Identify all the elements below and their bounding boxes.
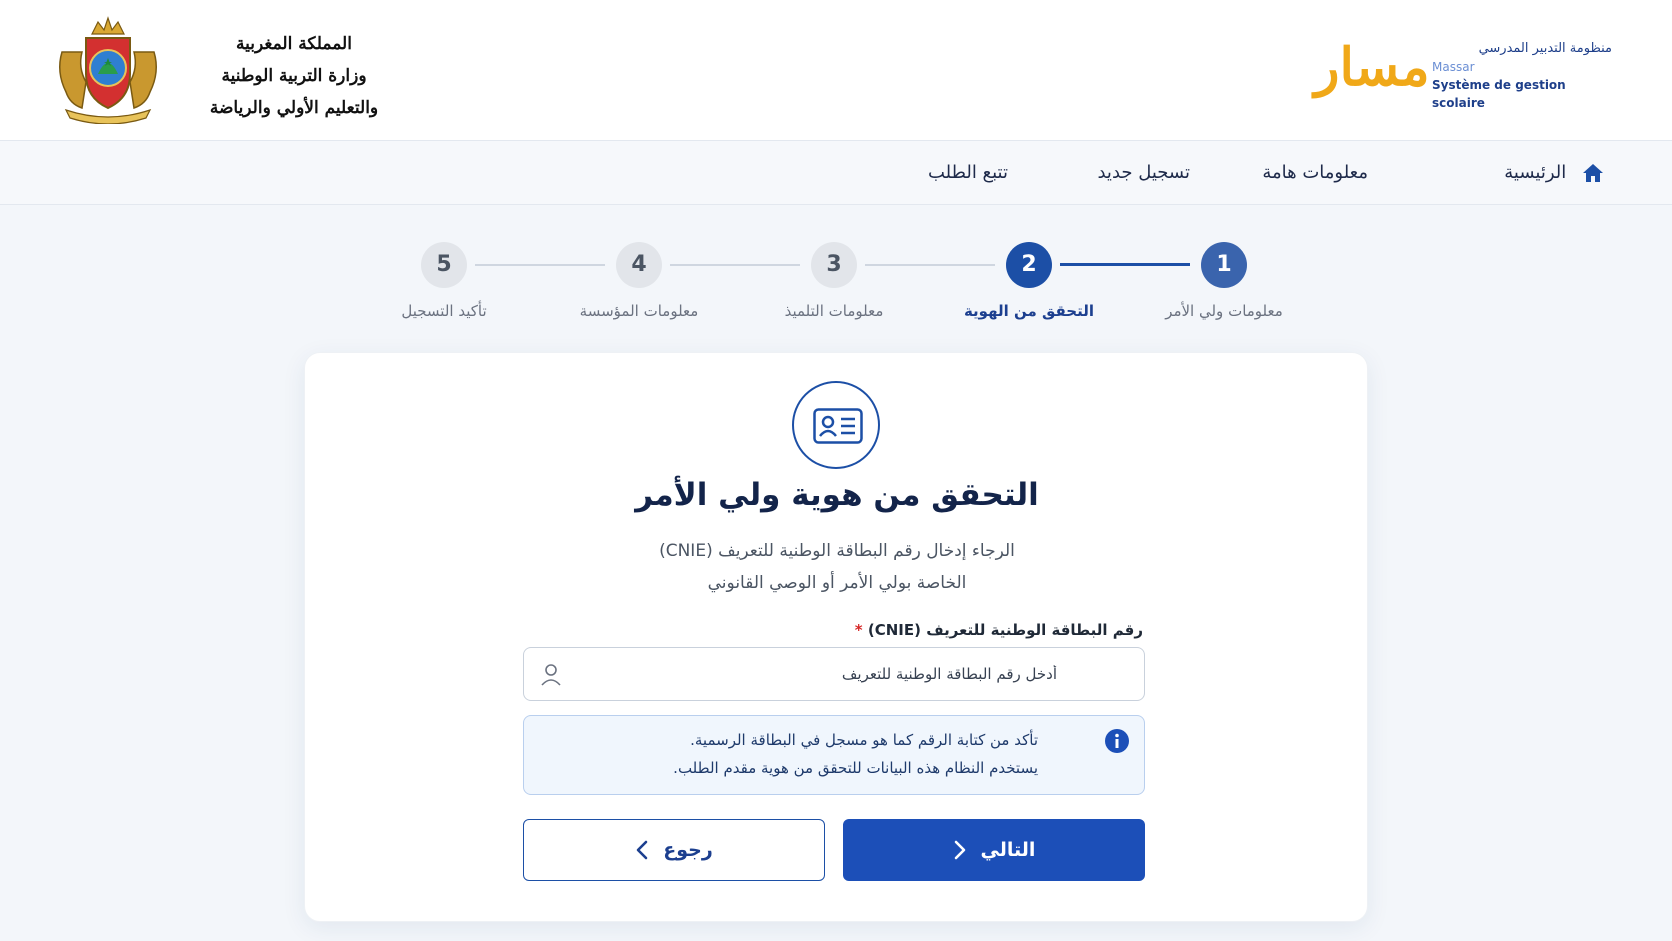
ministry-name: المملكة المغربية وزارة التربية الوطنية و… [184, 28, 404, 124]
top-header: المملكة المغربية وزارة التربية الوطنية و… [0, 0, 1672, 141]
id-card-icon [813, 408, 863, 444]
step-3-label: معلومات التلميذ [784, 302, 884, 320]
card-title: التحقق من هوية ولي الأمر [635, 477, 1039, 513]
step-5: 5 تأكيد التسجيل [369, 242, 519, 320]
info-notice: تأكد من كتابة الرقم كما هو مسجل في البطا… [523, 715, 1145, 795]
progress-stepper: 5 تأكيد التسجيل 4 معلومات المؤسسة 3 معلو… [380, 242, 1300, 332]
cnie-field-label-text: رقم البطاقة الوطنية للتعريف (CNIE) [867, 621, 1143, 639]
step-2: 2 التحقق من الهوية [954, 242, 1104, 320]
massar-subtitle-fr: Système de gestion scolaire [1432, 78, 1566, 110]
ministry-branding: المملكة المغربية وزارة التربية الوطنية و… [52, 10, 378, 130]
user-icon [541, 664, 561, 686]
step-3-number: 3 [811, 242, 857, 288]
step-3: 3 معلومات التلميذ [759, 242, 909, 320]
identity-verification-card: التحقق من هوية ولي الأمر الرجاء إدخال رق… [304, 352, 1368, 922]
step-2-number: 2 [1006, 242, 1052, 288]
step-4-label: معلومات المؤسسة [579, 302, 699, 320]
info-text: تأكد من كتابة الرقم كما هو مسجل في البطا… [578, 726, 1038, 782]
step-4: 4 معلومات المؤسسة [564, 242, 714, 320]
royal-emblem-icon [59, 16, 157, 124]
step-5-label: تأكيد التسجيل [401, 302, 487, 320]
back-button[interactable]: رجوع [523, 819, 825, 881]
required-marker: * [854, 621, 863, 639]
ministry-line-1: المملكة المغربية [236, 34, 352, 54]
info-line-1: تأكد من كتابة الرقم كما هو مسجل في البطا… [690, 731, 1038, 749]
id-card-icon-badge [792, 381, 880, 469]
main-nav: الرئيسية معلومات هامة تسجيل جديد تتبع ال… [0, 141, 1672, 205]
home-icon [1583, 164, 1603, 182]
massar-logo-word: مسار [1314, 37, 1430, 98]
back-button-label: رجوع [663, 839, 713, 861]
card-subtitle-line-2: الخاصة بولي الأمر أو الوصي القانوني [707, 573, 967, 593]
step-2-label: التحقق من الهوية [963, 302, 1095, 320]
massar-logo: مسار منظومة التدبير المدرسي Massar Systè… [1312, 32, 1612, 112]
nav-item-home-label: الرئيسية [1504, 162, 1567, 183]
next-button-label: التالي [980, 839, 1036, 861]
cnie-field-label: رقم البطاقة الوطنية للتعريف (CNIE) * [855, 621, 1143, 639]
cnie-input[interactable] [574, 648, 1129, 699]
massar-logo-text: منظومة التدبير المدرسي Massar Système de… [1432, 40, 1612, 112]
cnie-input-wrapper [523, 647, 1145, 701]
step-5-number: 5 [421, 242, 467, 288]
massar-subtitle-latin: Massar [1432, 60, 1475, 74]
step-1-label: معلومات ولي الأمر [1165, 302, 1283, 320]
ministry-line-3: والتعليم الأولي والرياضة [209, 98, 379, 118]
nav-item-home[interactable]: الرئيسية [1504, 141, 1604, 205]
nav-item-track[interactable]: تتبع الطلب [928, 141, 1008, 205]
step-1-number: 1 [1201, 242, 1247, 288]
step-4-number: 4 [616, 242, 662, 288]
ministry-line-2: وزارة التربية الوطنية [221, 66, 367, 86]
card-subtitle: الرجاء إدخال رقم البطاقة الوطنية للتعريف… [305, 535, 1369, 599]
info-icon [1105, 729, 1129, 753]
chevron-right-icon [954, 840, 965, 860]
step-1: 1 معلومات ولي الأمر [1149, 242, 1299, 320]
nav-item-register[interactable]: تسجيل جديد [1097, 141, 1190, 205]
card-subtitle-line-1: الرجاء إدخال رقم البطاقة الوطنية للتعريف… [659, 541, 1015, 561]
nav-item-info[interactable]: معلومات هامة [1262, 141, 1368, 205]
next-button[interactable]: التالي [843, 819, 1145, 881]
massar-subtitle-ar: منظومة التدبير المدرسي [1478, 41, 1612, 56]
info-line-2: يستخدم النظام هذه البيانات للتحقق من هوي… [673, 759, 1038, 777]
chevron-left-icon [636, 840, 648, 860]
